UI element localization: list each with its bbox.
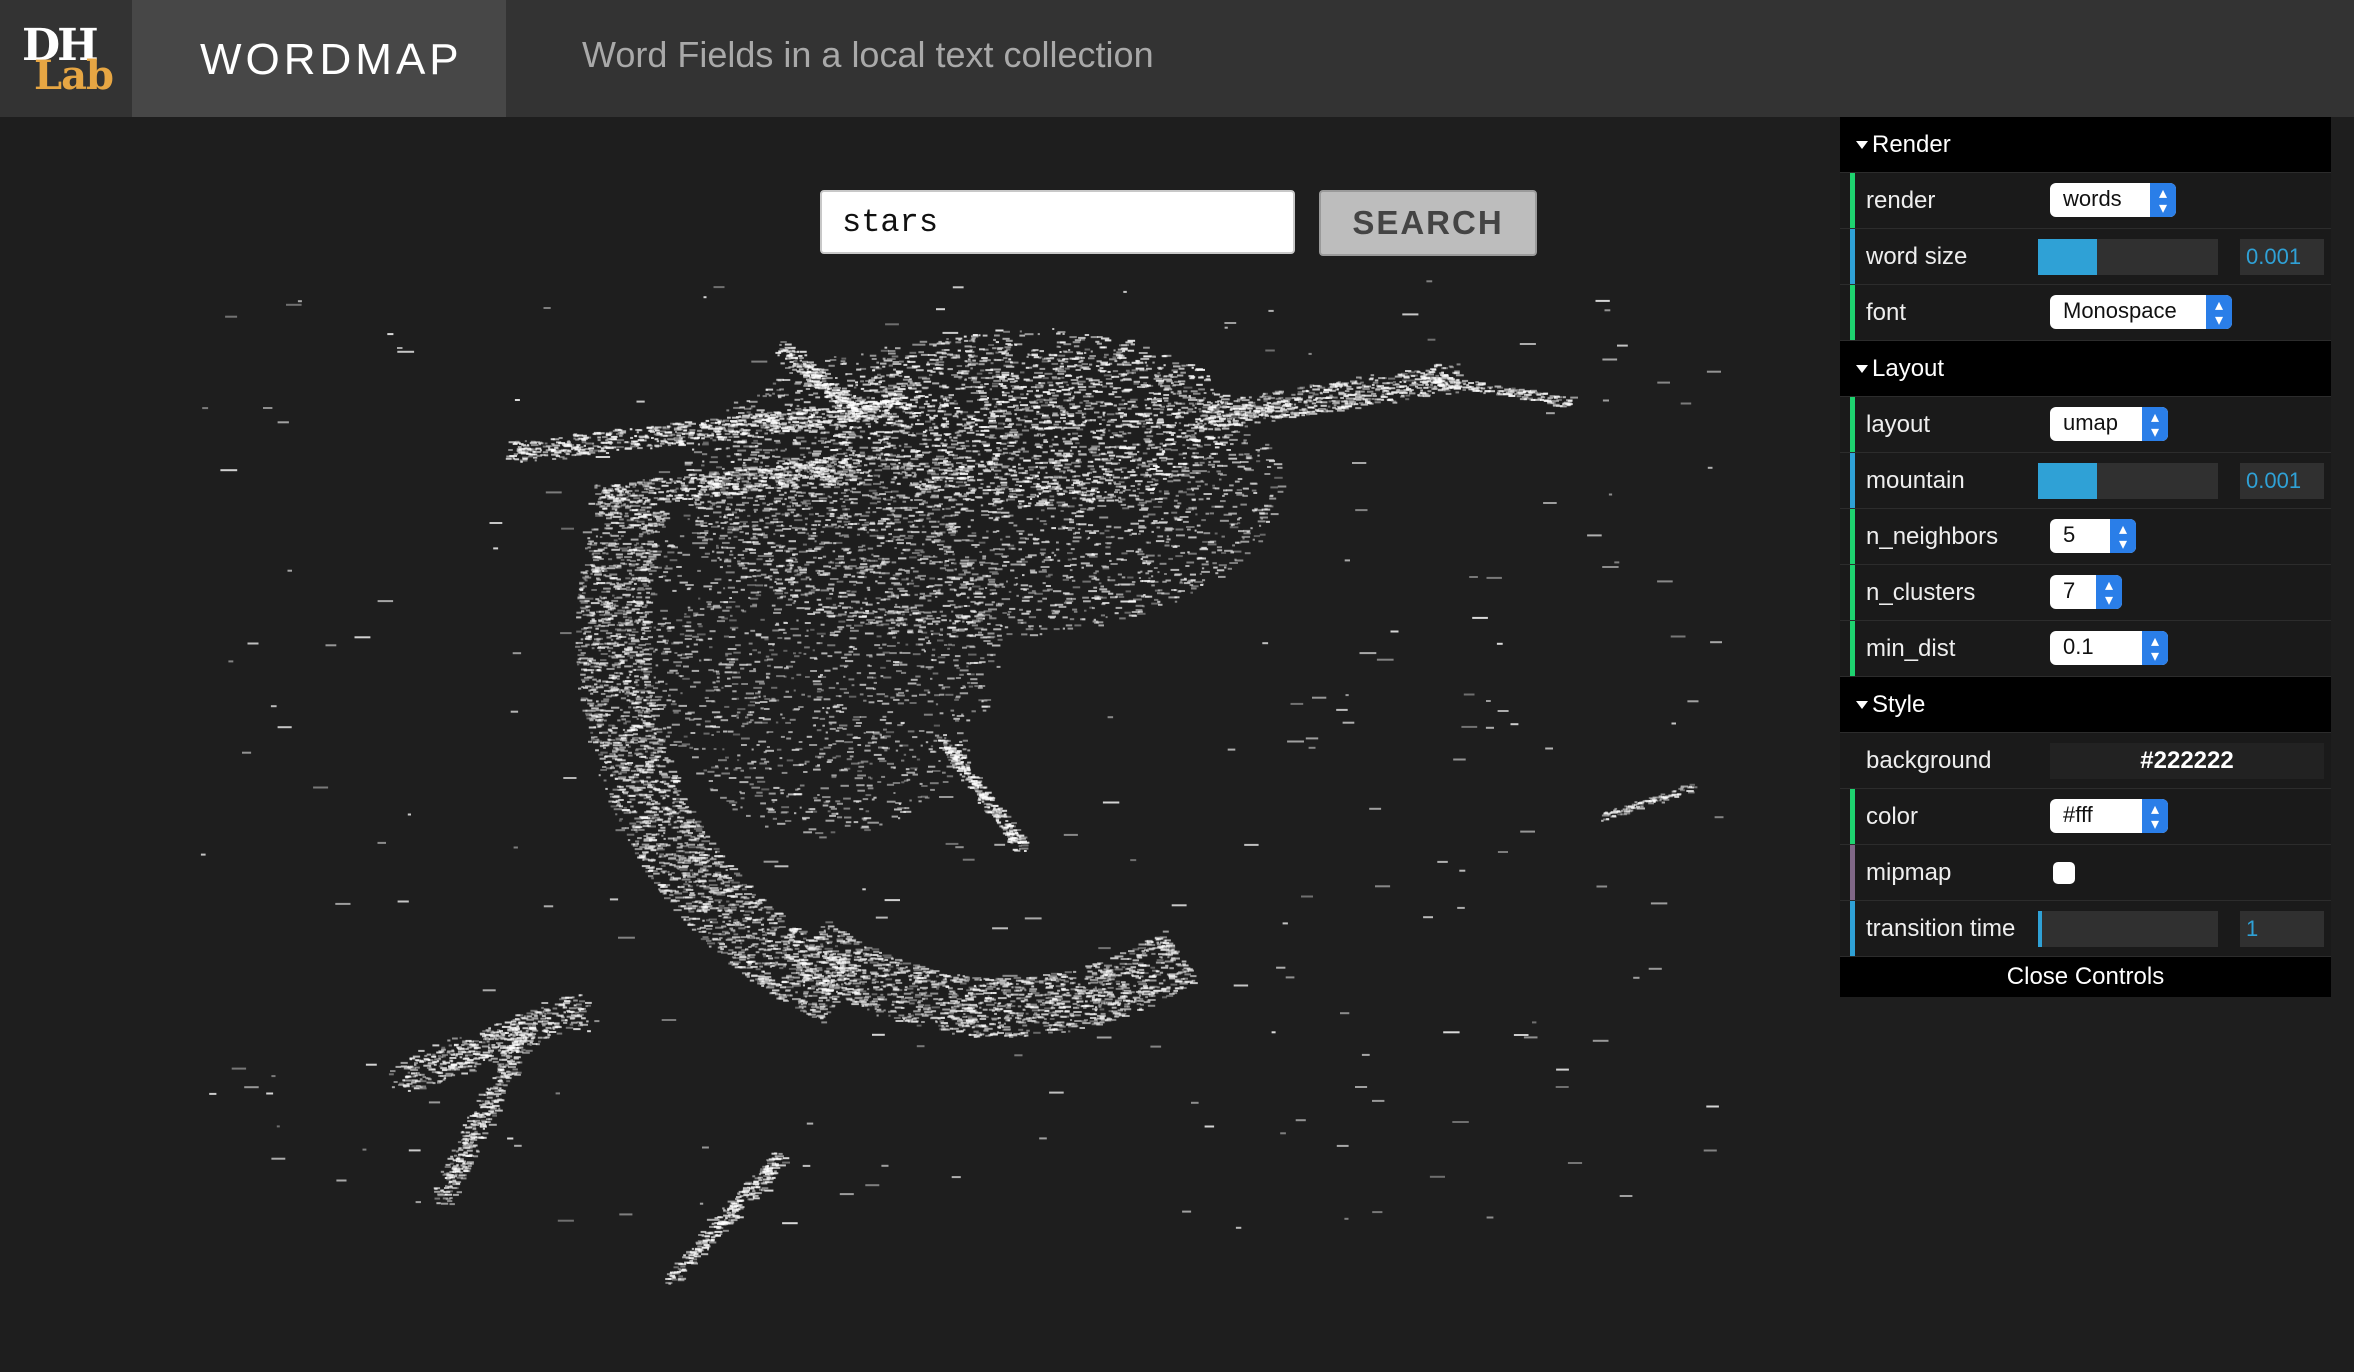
control-layout: layout umap ▴ ▾	[1840, 397, 2331, 453]
select-value: umap	[2063, 410, 2119, 435]
app-title-tab[interactable]: WORDMAP	[132, 0, 506, 117]
row-indicator	[1850, 229, 1855, 284]
control-font: font Monospace ▴ ▾	[1840, 285, 2331, 341]
row-indicator	[1850, 789, 1855, 844]
folder-title: Style	[1872, 691, 1926, 718]
background-color-picker[interactable]: #222222	[2050, 743, 2324, 779]
render-select[interactable]: words ▴ ▾	[2050, 183, 2176, 217]
select-value: 7	[2063, 578, 2076, 603]
select-value: Monospace	[2063, 298, 2177, 323]
folder-render[interactable]: Render	[1840, 117, 2331, 173]
control-label: font	[1866, 299, 1907, 326]
color-select[interactable]: #fff ▴ ▾	[2050, 799, 2168, 833]
mountain-number[interactable]: 0.001	[2240, 463, 2324, 499]
row-indicator	[1850, 845, 1855, 900]
min-dist-select[interactable]: 0.1 ▴ ▾	[2050, 631, 2168, 665]
search-button[interactable]: SEARCH	[1319, 190, 1537, 256]
select-arrows-icon: ▴ ▾	[2110, 519, 2136, 553]
row-indicator	[1850, 453, 1855, 508]
control-render: render words ▴ ▾	[1840, 173, 2331, 229]
control-label: transition time	[1866, 915, 2016, 942]
control-transition-time: transition time 1	[1840, 901, 2331, 957]
word-cloud-points	[200, 280, 1724, 1285]
layout-select[interactable]: umap ▴ ▾	[2050, 407, 2168, 441]
slider-fill	[2038, 463, 2098, 499]
collapse-triangle-icon	[1856, 365, 1868, 373]
folder-style[interactable]: Style	[1840, 677, 2331, 733]
slider-fill	[2038, 911, 2042, 947]
select-arrows-icon: ▴ ▾	[2142, 631, 2168, 665]
select-arrows-icon: ▴ ▾	[2150, 183, 2176, 217]
row-indicator	[1850, 285, 1855, 340]
folder-title: Render	[1872, 131, 1951, 158]
control-label: render	[1866, 187, 1936, 214]
control-mipmap: mipmap	[1840, 845, 2331, 901]
logo-text-lab: Lab	[34, 52, 114, 99]
select-value: words	[2063, 186, 2122, 211]
dhlab-logo[interactable]: DH Lab	[0, 0, 132, 117]
app-title: WORDMAP	[200, 35, 463, 84]
row-indicator	[1850, 397, 1855, 452]
select-value: #fff	[2063, 802, 2093, 827]
word-size-slider[interactable]	[2038, 239, 2218, 275]
control-label: background	[1866, 747, 1992, 774]
control-label: mountain	[1866, 467, 1965, 494]
folder-layout[interactable]: Layout	[1840, 341, 2331, 397]
select-value: 0.1	[2063, 634, 2094, 659]
word-size-number[interactable]: 0.001	[2240, 239, 2324, 275]
control-min-dist: min_dist 0.1 ▴ ▾	[1840, 621, 2331, 677]
select-arrows-icon: ▴ ▾	[2142, 799, 2168, 833]
mipmap-checkbox[interactable]	[2053, 862, 2075, 884]
folder-title: Layout	[1872, 355, 1945, 382]
control-n-clusters: n_clusters 7 ▴ ▾	[1840, 565, 2331, 621]
row-indicator	[1850, 173, 1855, 228]
n-neighbors-select[interactable]: 5 ▴ ▾	[2050, 519, 2136, 553]
control-label: word size	[1866, 243, 1968, 270]
row-indicator	[1850, 565, 1855, 620]
n-clusters-select[interactable]: 7 ▴ ▾	[2050, 575, 2122, 609]
select-value: 5	[2063, 522, 2076, 547]
close-controls-button[interactable]: Close Controls	[1840, 957, 2331, 997]
select-arrows-icon: ▴ ▾	[2206, 295, 2232, 329]
select-arrows-icon: ▴ ▾	[2096, 575, 2122, 609]
control-word-size: word size 0.001	[1840, 229, 2331, 285]
control-color: color #fff ▴ ▾	[1840, 789, 2331, 845]
select-arrows-icon: ▴ ▾	[2142, 407, 2168, 441]
control-label: layout	[1866, 411, 1931, 438]
transition-time-number[interactable]: 1	[2240, 911, 2324, 947]
control-label: n_neighbors	[1866, 523, 1999, 550]
control-background: background #222222	[1840, 733, 2331, 789]
slider-fill	[2038, 239, 2098, 275]
collapse-triangle-icon	[1856, 701, 1868, 709]
controls-panel: Render render words ▴ ▾ word size 0.001 f…	[1840, 117, 2331, 997]
transition-time-slider[interactable]	[2038, 911, 2218, 947]
mountain-slider[interactable]	[2038, 463, 2218, 499]
row-indicator	[1850, 509, 1855, 564]
collapse-triangle-icon	[1856, 141, 1868, 149]
page-subtitle: Word Fields in a local text collection	[582, 34, 1154, 75]
control-label: n_clusters	[1866, 579, 1976, 606]
control-label: mipmap	[1866, 859, 1952, 886]
search-input[interactable]	[820, 190, 1295, 254]
font-select[interactable]: Monospace ▴ ▾	[2050, 295, 2232, 329]
control-n-neighbors: n_neighbors 5 ▴ ▾	[1840, 509, 2331, 565]
top-bar: DH Lab WORDMAP Word Fields in a local te…	[0, 0, 2354, 117]
word-map-canvas[interactable]	[0, 117, 1840, 1372]
control-label: min_dist	[1866, 635, 1956, 662]
control-mountain: mountain 0.001	[1840, 453, 2331, 509]
row-indicator	[1850, 901, 1855, 956]
row-indicator	[1850, 621, 1855, 676]
control-label: color	[1866, 803, 1919, 830]
